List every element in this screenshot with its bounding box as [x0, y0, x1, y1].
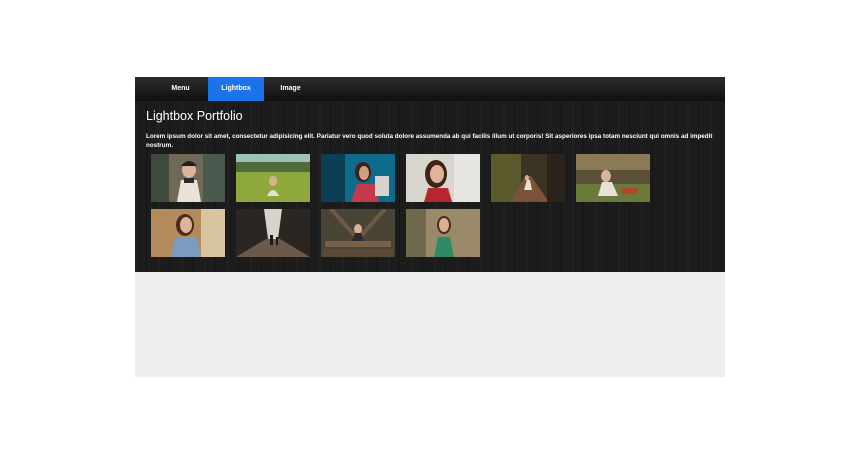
content-panel: Lightbox Portfolio Lorem ipsum dolor sit…	[135, 101, 725, 272]
nav-item-menu[interactable]: Menu	[164, 77, 197, 101]
thumbnail-woman-green-dress[interactable]	[406, 209, 480, 257]
intro-paragraph: Lorem ipsum dolor sit amet, consectetur …	[146, 133, 713, 149]
thumbnail-woman-wooden-bench[interactable]	[321, 209, 395, 257]
page-title: Lightbox Portfolio	[146, 109, 243, 123]
thumbnail-woman-grass-field[interactable]	[236, 154, 310, 202]
thumbnail-city-street[interactable]	[236, 209, 310, 257]
thumbnail-woman-blue-backdrop[interactable]	[321, 154, 395, 202]
thumbnail-woman-beanie[interactable]	[151, 154, 225, 202]
thumbnail-woman-portrait-red[interactable]	[406, 154, 480, 202]
thumbnail-woman-forest-path[interactable]	[491, 154, 565, 202]
top-navbar: Menu Lightbox Portfolio Image example	[135, 77, 725, 116]
thumbnail-woman-sitting-field[interactable]	[576, 154, 650, 202]
page-frame: Menu Lightbox Portfolio Image example Li…	[135, 77, 725, 377]
nav-item-lightbox-portfolio[interactable]: Lightbox Portfolio	[208, 77, 264, 116]
nav-item-image-example[interactable]: Image example	[267, 77, 314, 116]
thumbnail-woman-denim[interactable]	[151, 209, 225, 257]
